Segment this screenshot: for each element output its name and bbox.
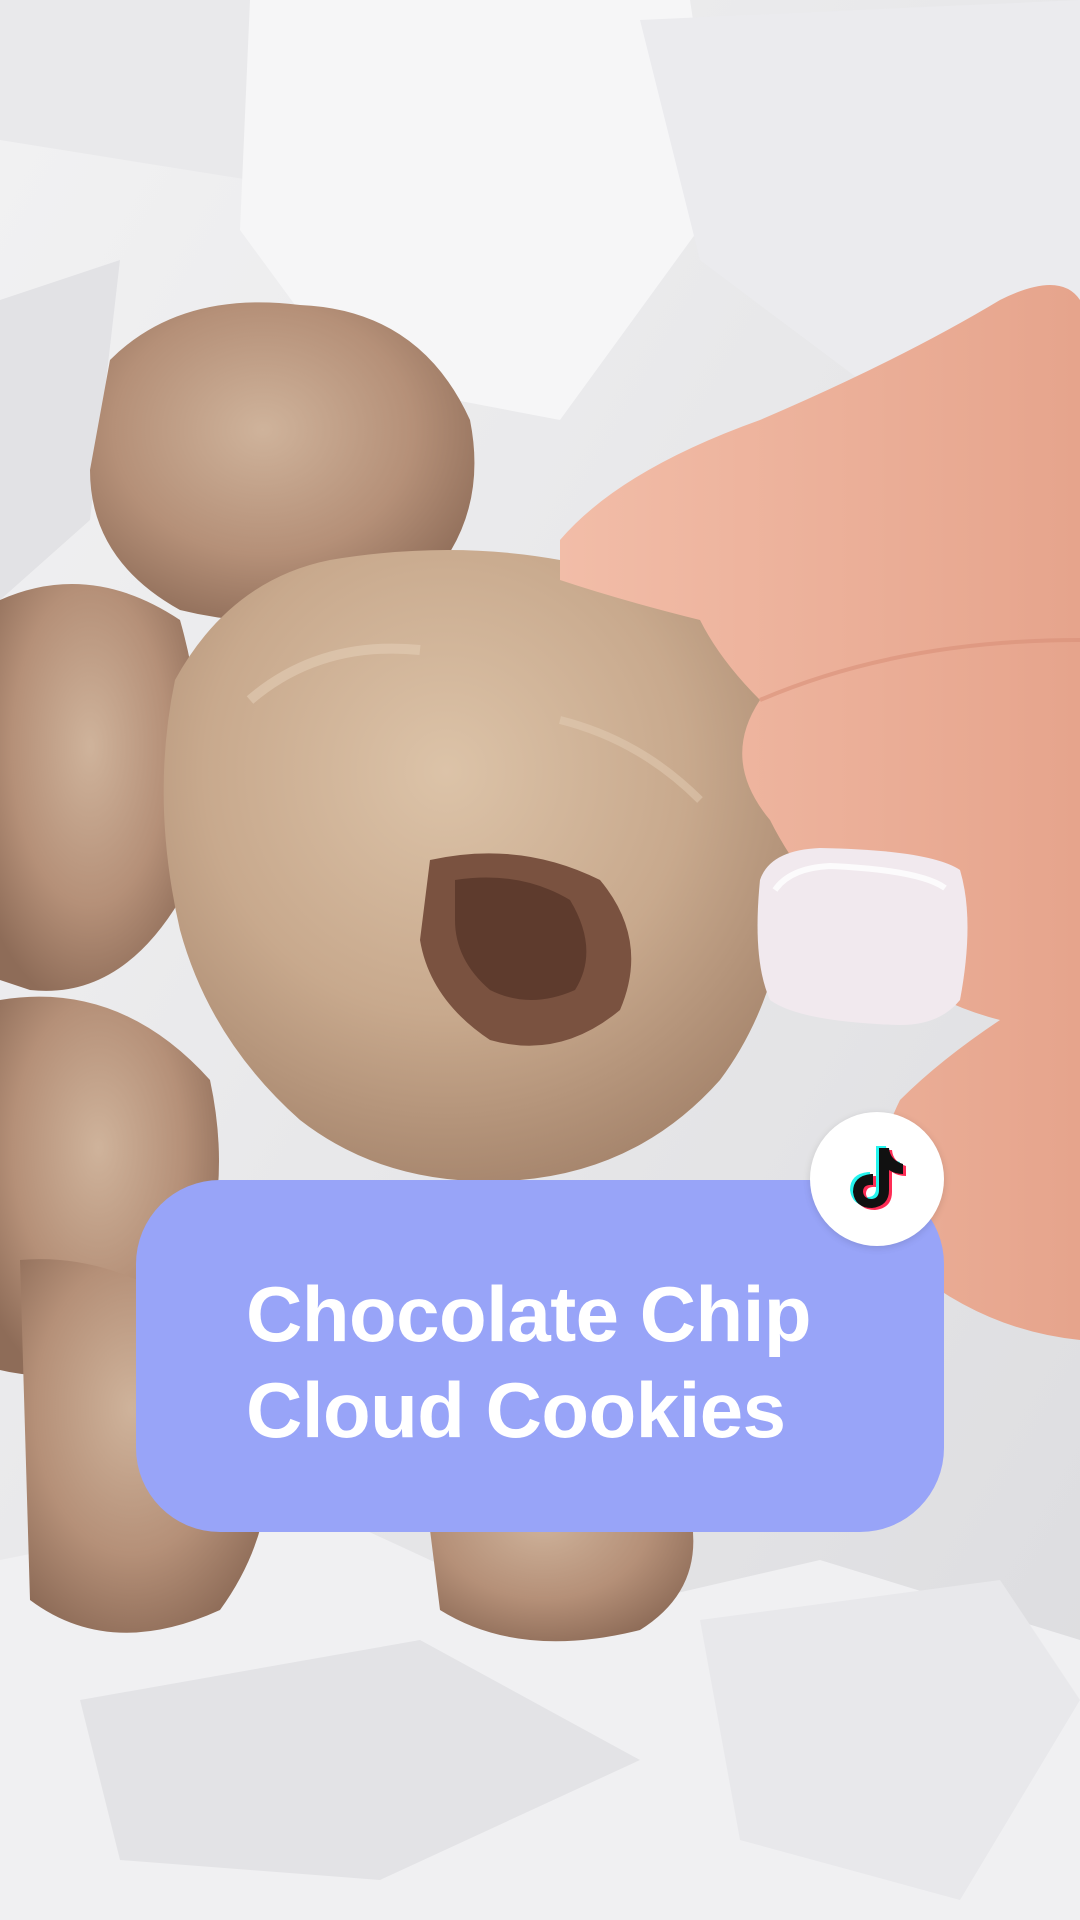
- title-card: Chocolate Chip Cloud Cookies: [136, 1180, 944, 1532]
- cookies-photo: [0, 0, 1080, 1920]
- tiktok-logo-icon: [850, 1146, 906, 1210]
- title-line-1: Chocolate Chip: [246, 1270, 812, 1358]
- tiktok-badge[interactable]: [810, 1112, 944, 1246]
- video-frame[interactable]: Chocolate Chip Cloud Cookies: [0, 0, 1080, 1920]
- title-line-2: Cloud Cookies: [246, 1366, 786, 1454]
